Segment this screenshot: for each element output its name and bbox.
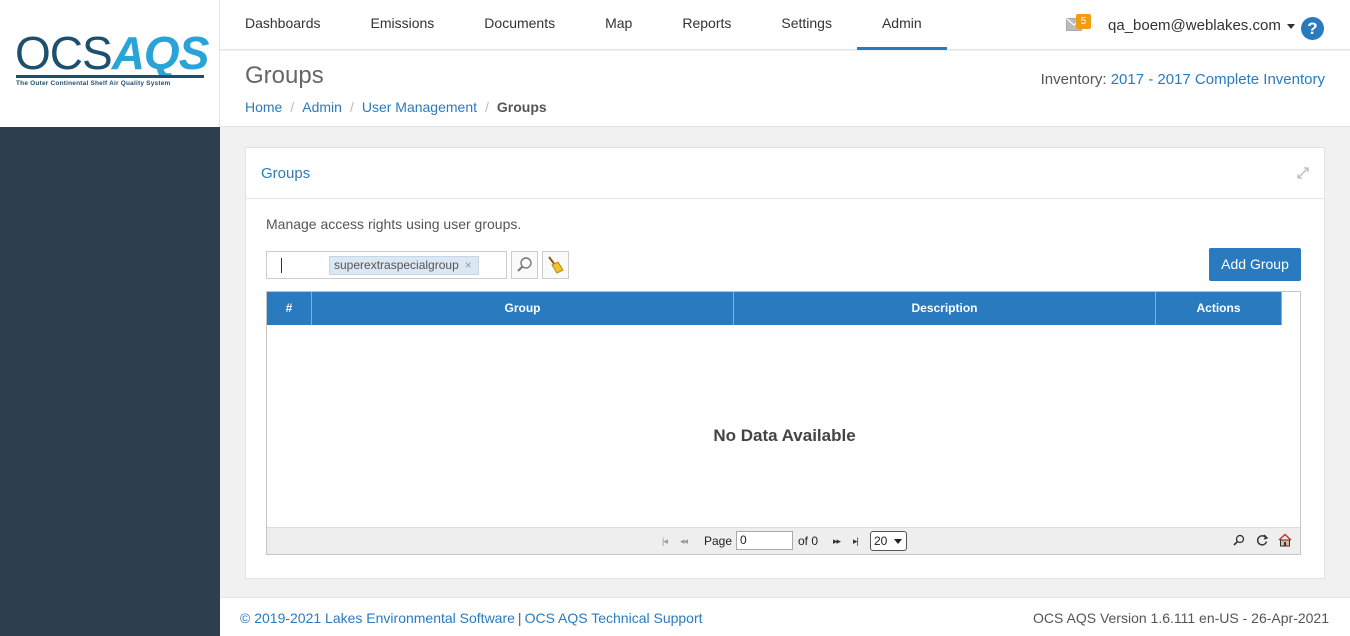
inventory-label: Inventory: (1040, 71, 1107, 88)
column-header-actions[interactable]: Actions (1156, 292, 1282, 325)
panel-header: Groups (246, 148, 1324, 199)
footer: © 2019-2021 Lakes Environmental Software… (220, 597, 1350, 636)
column-header-group[interactable]: Group (312, 292, 734, 325)
footer-links: © 2019-2021 Lakes Environmental Software… (240, 610, 703, 626)
add-group-button[interactable]: Add Group (1209, 248, 1301, 281)
breadcrumb-admin[interactable]: Admin (302, 99, 342, 115)
find-icon[interactable] (1232, 533, 1246, 547)
help-icon[interactable]: ? (1301, 17, 1324, 40)
logo-text-ocs: OCS (15, 27, 113, 79)
broom-icon (548, 256, 564, 274)
table-header: # Group Description Actions (267, 292, 1282, 325)
panel-description: Manage access rights using user groups. (266, 216, 522, 232)
inventory-link[interactable]: 2017 - 2017 Complete Inventory (1111, 71, 1325, 88)
search-tag-label: superextraspecialgroup (334, 258, 459, 272)
nav-settings[interactable]: Settings (756, 0, 857, 50)
user-menu[interactable]: qa_boem@weblakes.com (1108, 17, 1295, 34)
breadcrumb-home[interactable]: Home (245, 99, 282, 115)
breadcrumb-separator: / (290, 99, 295, 115)
nav-map[interactable]: Map (580, 0, 657, 50)
version-text: OCS AQS Version 1.6.111 en-US - 26-Apr-2… (1033, 610, 1329, 626)
user-email: qa_boem@weblakes.com (1108, 17, 1281, 34)
inventory-selector: Inventory: 2017 - 2017 Complete Inventor… (1041, 71, 1325, 88)
nav-reports[interactable]: Reports (657, 0, 756, 50)
tag-remove-icon[interactable]: × (465, 258, 472, 272)
breadcrumb-separator: / (485, 99, 489, 115)
nav-emissions[interactable]: Emissions (346, 0, 460, 50)
nav-documents[interactable]: Documents (459, 0, 580, 50)
support-link[interactable]: OCS AQS Technical Support (525, 610, 703, 626)
logo-underline (16, 75, 204, 78)
logo-text-aqs: AQS (111, 27, 210, 79)
sidebar (0, 127, 220, 636)
nav-admin[interactable]: Admin (856, 0, 947, 50)
chevron-down-icon (894, 539, 902, 544)
group-search-input[interactable]: superextraspecialgroup × (266, 251, 507, 279)
chevron-down-icon (1286, 23, 1295, 29)
groups-table: # Group Description Actions No Data Avai… (266, 291, 1301, 555)
page-header: Groups Home / Admin / User Management / Groups… (220, 51, 1350, 127)
breadcrumb-user-management[interactable]: User Management (362, 99, 477, 115)
column-header-description[interactable]: Description (734, 292, 1156, 325)
page-title: Groups (245, 62, 324, 89)
breadcrumb-separator: / (349, 99, 354, 115)
next-page-icon[interactable]: ▸▸ (833, 536, 841, 547)
copyright-link[interactable]: © 2019-2021 Lakes Environmental Software (240, 610, 515, 626)
breadcrumb-current: Groups (496, 99, 547, 115)
search-icon (517, 257, 532, 272)
empty-message: No Data Available (713, 426, 856, 445)
mail-count-badge: 5 (1076, 14, 1091, 29)
page-count-label: of 0 (798, 534, 819, 548)
page-label: Page (704, 534, 733, 548)
expand-icon[interactable] (1296, 166, 1310, 180)
panel-title: Groups (261, 165, 311, 182)
first-page-icon[interactable]: |◂ (662, 536, 668, 547)
column-header-number[interactable]: # (267, 292, 312, 325)
search-tag: superextraspecialgroup × (329, 256, 479, 275)
export-icon[interactable] (1278, 533, 1292, 547)
logo-area: OCSAQS The Outer Continental Shelf Air Q… (0, 0, 220, 127)
app-logo[interactable]: OCSAQS (15, 27, 210, 79)
nav-dashboards[interactable]: Dashboards (220, 0, 346, 50)
page-number-input[interactable]: 0 (736, 531, 793, 550)
prev-page-icon[interactable]: ◂◂ (680, 536, 688, 547)
clear-filter-button[interactable] (542, 251, 569, 279)
search-button[interactable] (511, 251, 538, 279)
top-navbar: Dashboards Emissions Documents Map Repor… (220, 0, 1350, 50)
groups-panel: Groups Manage access rights using user g… (245, 147, 1325, 579)
logo-tagline: The Outer Continental Shelf Air Quality … (16, 80, 171, 87)
last-page-icon[interactable]: ▸| (853, 536, 859, 547)
text-cursor (281, 258, 282, 273)
breadcrumb: Home / Admin / User Management / Groups (245, 99, 547, 115)
refresh-icon[interactable] (1255, 533, 1269, 547)
main-nav: Dashboards Emissions Documents Map Repor… (220, 0, 947, 50)
table-pager: |◂ ◂◂ Page 0 of 0 ▸▸ ▸| 20 (267, 527, 1300, 554)
footer-separator: | (517, 610, 522, 626)
page-size-value: 20 (874, 534, 888, 548)
page-size-select[interactable]: 20 (870, 531, 907, 551)
